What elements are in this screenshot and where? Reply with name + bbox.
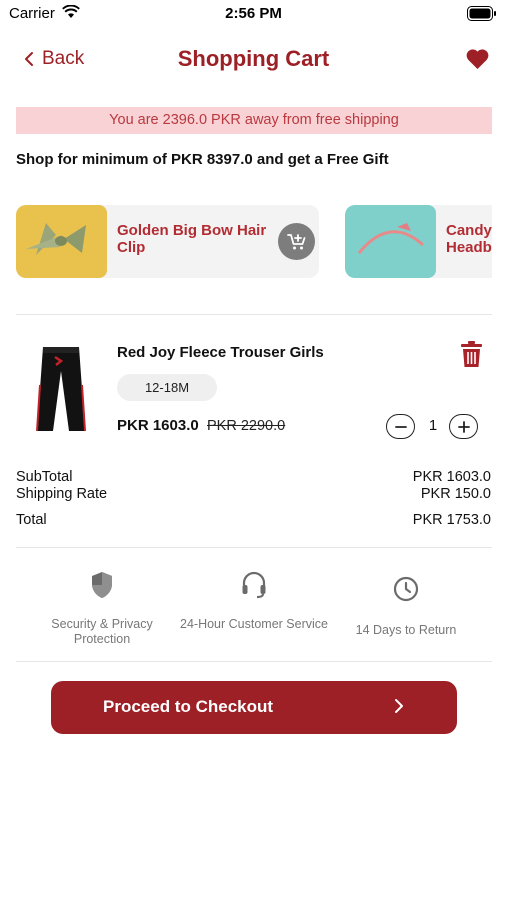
size-chip: 12-18M — [117, 374, 217, 401]
battery-icon — [467, 6, 497, 21]
delete-item-button[interactable] — [460, 340, 483, 373]
page-title: Shopping Cart — [177, 46, 330, 71]
wishlist-heart-icon[interactable] — [465, 48, 490, 75]
feature-text: Security & Privacy Protection — [51, 617, 153, 646]
shield-icon — [27, 565, 177, 605]
shipping-value: PKR 150.0 — [420, 486, 491, 502]
trash-icon — [461, 341, 482, 367]
divider — [16, 547, 492, 548]
subtotal-label: SubTotal — [16, 469, 73, 485]
minus-icon — [394, 425, 407, 428]
feature-security: Security & Privacy Protection — [27, 565, 177, 647]
cart-plus-icon — [286, 233, 305, 249]
feature-support: 24-Hour Customer Service — [179, 565, 329, 632]
suggestion-carousel[interactable]: Golden Big Bow Hair Clip Candy Headb — [16, 205, 492, 278]
checkout-label: Proceed to Checkout — [103, 697, 274, 716]
quantity-value: 1 — [428, 417, 438, 434]
chevron-right-icon — [394, 698, 404, 719]
cart-item-image — [33, 345, 89, 437]
total-label: Total — [16, 512, 47, 528]
suggestion-card[interactable]: Golden Big Bow Hair Clip — [16, 205, 319, 278]
status-bar: Carrier 2:56 PM — [0, 0, 507, 30]
feature-returns: 14 Days to Return — [331, 565, 481, 638]
free-gift-promo: Shop for minimum of PKR 8397.0 and get a… — [16, 151, 389, 168]
suggestion-name: Candy Headb — [446, 222, 492, 256]
item-price: PKR 1603.0 — [117, 417, 199, 434]
shipping-label: Shipping Rate — [16, 486, 108, 502]
add-to-cart-button[interactable] — [278, 223, 315, 260]
clock-icon — [331, 569, 481, 609]
suggestion-card[interactable]: Candy Headb — [345, 205, 492, 278]
free-shipping-banner: You are 2396.0 PKR away from free shippi… — [16, 107, 492, 134]
proceed-to-checkout-button[interactable]: Proceed to Checkout — [51, 681, 457, 734]
decrease-quantity-button[interactable] — [386, 414, 415, 439]
product-thumbnail — [345, 205, 436, 278]
feature-text: 14 Days to Return — [355, 623, 457, 637]
product-thumbnail — [16, 205, 107, 278]
cart-item-name: Red Joy Fleece Trouser Girls — [117, 344, 324, 361]
clock-time: 2:56 PM — [225, 5, 282, 22]
nav-bar: Back Shopping Cart — [0, 40, 507, 80]
plus-icon — [457, 420, 470, 433]
suggestion-name: Golden Big Bow Hair Clip — [117, 222, 267, 256]
divider — [16, 314, 492, 315]
headset-icon — [179, 565, 329, 605]
total-value: PKR 1753.0 — [412, 512, 491, 528]
divider — [16, 661, 492, 662]
feature-text: 24-Hour Customer Service — [180, 617, 328, 631]
subtotal-value: PKR 1603.0 — [412, 469, 491, 485]
increase-quantity-button[interactable] — [449, 414, 478, 439]
item-old-price: PKR 2290.0 — [207, 418, 286, 434]
